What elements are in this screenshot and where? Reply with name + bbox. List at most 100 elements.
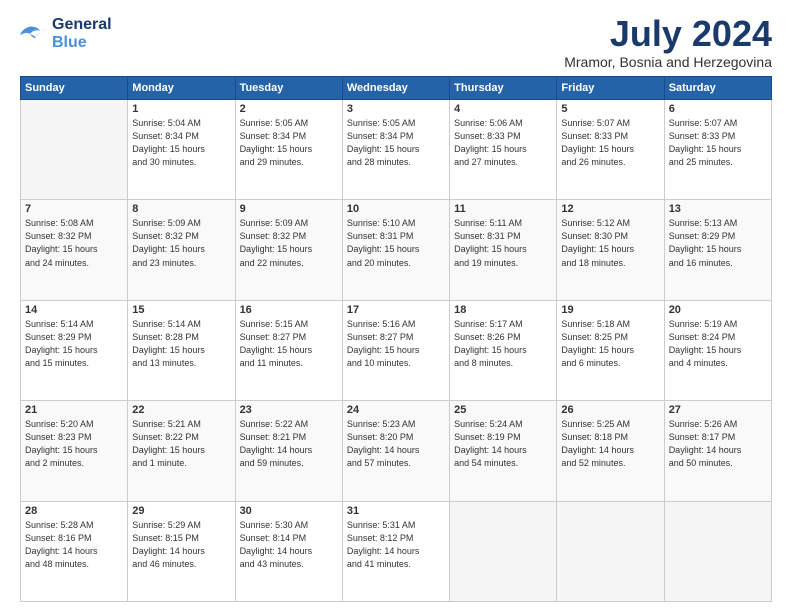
day-number: 19 (561, 304, 659, 316)
calendar-week-5: 28Sunrise: 5:28 AM Sunset: 8:16 PM Dayli… (21, 501, 772, 601)
calendar-cell: 29Sunrise: 5:29 AM Sunset: 8:15 PM Dayli… (128, 501, 235, 601)
calendar-cell: 12Sunrise: 5:12 AM Sunset: 8:30 PM Dayli… (557, 200, 664, 300)
calendar-cell: 14Sunrise: 5:14 AM Sunset: 8:29 PM Dayli… (21, 300, 128, 400)
calendar-cell (664, 501, 771, 601)
day-number: 3 (347, 103, 445, 115)
calendar-week-3: 14Sunrise: 5:14 AM Sunset: 8:29 PM Dayli… (21, 300, 772, 400)
calendar-cell: 31Sunrise: 5:31 AM Sunset: 8:12 PM Dayli… (342, 501, 449, 601)
calendar-cell: 28Sunrise: 5:28 AM Sunset: 8:16 PM Dayli… (21, 501, 128, 601)
calendar-cell: 15Sunrise: 5:14 AM Sunset: 8:28 PM Dayli… (128, 300, 235, 400)
calendar-cell (557, 501, 664, 601)
logo: General Blue (20, 16, 112, 52)
day-number: 20 (669, 304, 767, 316)
day-info: Sunrise: 5:04 AM Sunset: 8:34 PM Dayligh… (132, 117, 230, 169)
day-info: Sunrise: 5:13 AM Sunset: 8:29 PM Dayligh… (669, 217, 767, 269)
calendar-cell: 17Sunrise: 5:16 AM Sunset: 8:27 PM Dayli… (342, 300, 449, 400)
weekday-header-thursday: Thursday (450, 77, 557, 100)
calendar-cell: 22Sunrise: 5:21 AM Sunset: 8:22 PM Dayli… (128, 401, 235, 501)
header: General Blue July 2024 Mramor, Bosnia an… (20, 16, 772, 70)
day-number: 29 (132, 505, 230, 517)
calendar-cell (21, 100, 128, 200)
calendar-cell: 9Sunrise: 5:09 AM Sunset: 8:32 PM Daylig… (235, 200, 342, 300)
weekday-header-saturday: Saturday (664, 77, 771, 100)
day-number: 7 (25, 203, 123, 215)
calendar-week-1: 1 Sunrise: 5:04 AM Sunset: 8:34 PM Daylig… (21, 100, 772, 200)
day-info: Sunrise: 5:30 AM Sunset: 8:14 PM Dayligh… (240, 519, 338, 571)
calendar-week-2: 7 Sunrise: 5:08 AM Sunset: 8:32 PM Daylig… (21, 200, 772, 300)
day-info: Sunrise: 5:06 AM Sunset: 8:33 PM Dayligh… (454, 117, 552, 169)
calendar-cell: 2 Sunrise: 5:05 AM Sunset: 8:34 PM Daylig… (235, 100, 342, 200)
day-info: Sunrise: 5:10 AM Sunset: 8:31 PM Dayligh… (347, 217, 445, 269)
day-number: 26 (561, 404, 659, 416)
day-info: Sunrise: 5:31 AM Sunset: 8:12 PM Dayligh… (347, 519, 445, 571)
calendar-cell: 8Sunrise: 5:09 AM Sunset: 8:32 PM Daylig… (128, 200, 235, 300)
day-number: 2 (240, 103, 338, 115)
calendar-cell: 23Sunrise: 5:22 AM Sunset: 8:21 PM Dayli… (235, 401, 342, 501)
day-number: 11 (454, 203, 552, 215)
calendar-cell: 16 Sunrise: 5:15 AM Sunset: 8:27 PM Dayli… (235, 300, 342, 400)
weekday-header-row: SundayMondayTuesdayWednesdayThursdayFrid… (21, 77, 772, 100)
logo-text: General Blue (52, 16, 112, 52)
day-info: Sunrise: 5:15 AM Sunset: 8:27 PM Dayligh… (240, 318, 338, 370)
day-number: 6 (669, 103, 767, 115)
page: General Blue July 2024 Mramor, Bosnia an… (0, 0, 792, 612)
day-info: Sunrise: 5:14 AM Sunset: 8:28 PM Dayligh… (132, 318, 230, 370)
day-number: 4 (454, 103, 552, 115)
day-info: Sunrise: 5:22 AM Sunset: 8:21 PM Dayligh… (240, 418, 338, 470)
day-info: Sunrise: 5:28 AM Sunset: 8:16 PM Dayligh… (25, 519, 123, 571)
day-number: 16 (240, 304, 338, 316)
calendar-cell: 25 Sunrise: 5:24 AM Sunset: 8:19 PM Dayli… (450, 401, 557, 501)
calendar-cell: 11 Sunrise: 5:11 AM Sunset: 8:31 PM Dayli… (450, 200, 557, 300)
calendar-cell: 3 Sunrise: 5:05 AM Sunset: 8:34 PM Daylig… (342, 100, 449, 200)
calendar-cell: 26 Sunrise: 5:25 AM Sunset: 8:18 PM Dayli… (557, 401, 664, 501)
calendar-cell (450, 501, 557, 601)
day-info: Sunrise: 5:16 AM Sunset: 8:27 PM Dayligh… (347, 318, 445, 370)
day-number: 5 (561, 103, 659, 115)
location: Mramor, Bosnia and Herzegovina (564, 54, 772, 70)
day-info: Sunrise: 5:18 AM Sunset: 8:25 PM Dayligh… (561, 318, 659, 370)
calendar-cell: 10 Sunrise: 5:10 AM Sunset: 8:31 PM Dayli… (342, 200, 449, 300)
calendar-cell: 24 Sunrise: 5:23 AM Sunset: 8:20 PM Dayli… (342, 401, 449, 501)
day-number: 27 (669, 404, 767, 416)
weekday-header-sunday: Sunday (21, 77, 128, 100)
day-info: Sunrise: 5:05 AM Sunset: 8:34 PM Dayligh… (347, 117, 445, 169)
day-info: Sunrise: 5:24 AM Sunset: 8:19 PM Dayligh… (454, 418, 552, 470)
weekday-header-friday: Friday (557, 77, 664, 100)
calendar-cell: 18 Sunrise: 5:17 AM Sunset: 8:26 PM Dayli… (450, 300, 557, 400)
calendar-cell: 21Sunrise: 5:20 AM Sunset: 8:23 PM Dayli… (21, 401, 128, 501)
day-info: Sunrise: 5:21 AM Sunset: 8:22 PM Dayligh… (132, 418, 230, 470)
title-block: July 2024 Mramor, Bosnia and Herzegovina (564, 16, 772, 70)
day-info: Sunrise: 5:08 AM Sunset: 8:32 PM Dayligh… (25, 217, 123, 269)
day-info: Sunrise: 5:14 AM Sunset: 8:29 PM Dayligh… (25, 318, 123, 370)
calendar-cell: 1 Sunrise: 5:04 AM Sunset: 8:34 PM Daylig… (128, 100, 235, 200)
day-info: Sunrise: 5:20 AM Sunset: 8:23 PM Dayligh… (25, 418, 123, 470)
calendar-week-4: 21Sunrise: 5:20 AM Sunset: 8:23 PM Dayli… (21, 401, 772, 501)
month-title: July 2024 (564, 16, 772, 52)
day-number: 24 (347, 404, 445, 416)
calendar-cell: 30 Sunrise: 5:30 AM Sunset: 8:14 PM Dayli… (235, 501, 342, 601)
day-info: Sunrise: 5:26 AM Sunset: 8:17 PM Dayligh… (669, 418, 767, 470)
day-number: 10 (347, 203, 445, 215)
day-info: Sunrise: 5:11 AM Sunset: 8:31 PM Dayligh… (454, 217, 552, 269)
day-info: Sunrise: 5:12 AM Sunset: 8:30 PM Dayligh… (561, 217, 659, 269)
logo-icon (20, 23, 48, 45)
day-number: 25 (454, 404, 552, 416)
calendar-cell: 13Sunrise: 5:13 AM Sunset: 8:29 PM Dayli… (664, 200, 771, 300)
day-info: Sunrise: 5:05 AM Sunset: 8:34 PM Dayligh… (240, 117, 338, 169)
weekday-header-monday: Monday (128, 77, 235, 100)
weekday-header-wednesday: Wednesday (342, 77, 449, 100)
day-info: Sunrise: 5:07 AM Sunset: 8:33 PM Dayligh… (669, 117, 767, 169)
day-number: 18 (454, 304, 552, 316)
calendar-cell: 20Sunrise: 5:19 AM Sunset: 8:24 PM Dayli… (664, 300, 771, 400)
day-number: 1 (132, 103, 230, 115)
calendar-cell: 6 Sunrise: 5:07 AM Sunset: 8:33 PM Daylig… (664, 100, 771, 200)
day-number: 30 (240, 505, 338, 517)
day-info: Sunrise: 5:07 AM Sunset: 8:33 PM Dayligh… (561, 117, 659, 169)
calendar-cell: 7 Sunrise: 5:08 AM Sunset: 8:32 PM Daylig… (21, 200, 128, 300)
day-info: Sunrise: 5:09 AM Sunset: 8:32 PM Dayligh… (240, 217, 338, 269)
calendar-cell: 4 Sunrise: 5:06 AM Sunset: 8:33 PM Daylig… (450, 100, 557, 200)
day-info: Sunrise: 5:23 AM Sunset: 8:20 PM Dayligh… (347, 418, 445, 470)
day-info: Sunrise: 5:25 AM Sunset: 8:18 PM Dayligh… (561, 418, 659, 470)
calendar-table: SundayMondayTuesdayWednesdayThursdayFrid… (20, 76, 772, 602)
day-info: Sunrise: 5:17 AM Sunset: 8:26 PM Dayligh… (454, 318, 552, 370)
